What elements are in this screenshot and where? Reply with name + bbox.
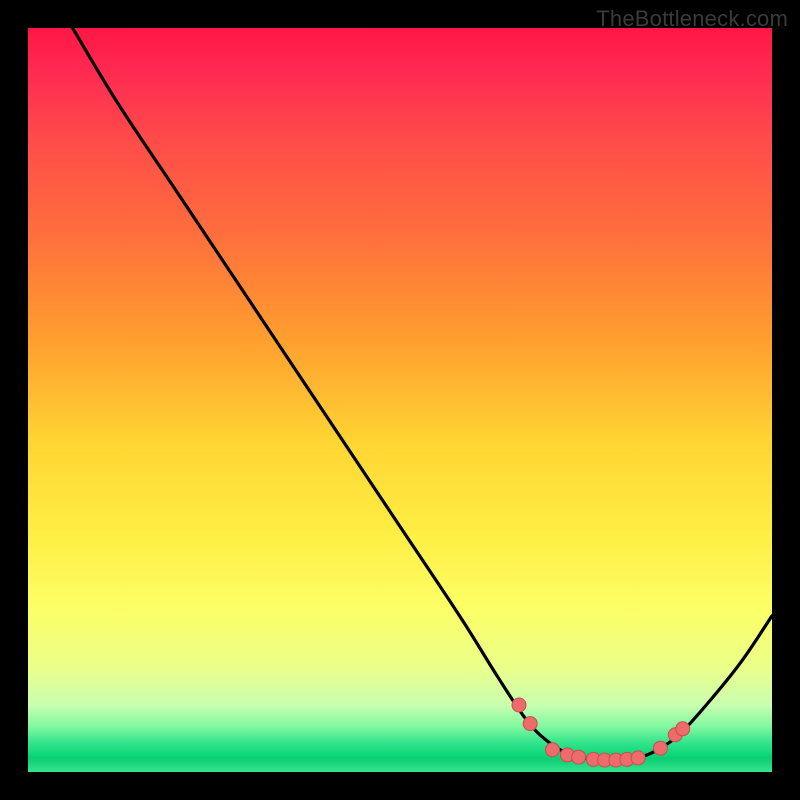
bottleneck-curve xyxy=(73,28,772,760)
data-marker xyxy=(512,698,526,712)
data-marker xyxy=(523,717,537,731)
plot-area xyxy=(28,28,772,772)
watermark-text: TheBottleneck.com xyxy=(596,6,788,32)
data-marker xyxy=(546,743,560,757)
chart-frame: TheBottleneck.com xyxy=(0,0,800,800)
data-marker xyxy=(572,750,586,764)
data-marker xyxy=(676,722,690,736)
data-marker xyxy=(653,741,667,755)
chart-svg xyxy=(28,28,772,772)
data-marker xyxy=(631,751,645,765)
